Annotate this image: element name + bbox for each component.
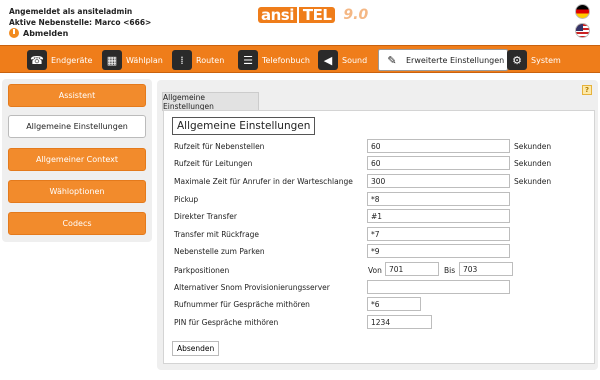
logout-label: Abmelden (23, 28, 69, 38)
listen-number-label: Rufnummer für Gespräche mithören (174, 300, 310, 309)
dialplan-icon: ▦ (102, 50, 122, 70)
sidebar: Assistent Allgemeine Einstellungen Allge… (2, 79, 152, 242)
gear-icon: ⚙ (507, 50, 527, 70)
form-title: Allgemeine Einstellungen (172, 117, 316, 135)
ring-lines-input[interactable] (367, 156, 510, 170)
queue-max-unit: Sekunden (514, 177, 552, 186)
nav-endgeraete[interactable]: ☎ Endgeräte (27, 49, 92, 71)
ring-ext-unit: Sekunden (514, 142, 552, 151)
logged-in-text: Angemeldet als ansiteladmin (9, 7, 133, 16)
tab-allgemeine-einstellungen[interactable]: Allgemeine Einstellungen (162, 92, 259, 111)
attended-transfer-input[interactable] (367, 227, 510, 241)
header: Angemeldet als ansiteladmin Aktive Neben… (0, 0, 600, 46)
english-flag-icon[interactable] (575, 23, 590, 38)
park-positions-label: Parkpositionen (174, 266, 230, 275)
ring-lines-label: Rufzeit für Leitungen (174, 159, 253, 168)
park-ext-input[interactable] (367, 244, 510, 258)
pickup-label: Pickup (174, 195, 199, 204)
attended-transfer-label: Transfer mit Rückfrage (174, 230, 260, 239)
direct-transfer-label: Direkter Transfer (174, 212, 237, 221)
nav-routen[interactable]: ⁞ Routen (172, 49, 224, 71)
direct-transfer-input[interactable] (367, 209, 510, 223)
logo: ansi TEL 9.0 (258, 5, 414, 25)
pickup-input[interactable] (367, 192, 510, 206)
sidebar-item-assistent[interactable]: Assistent (8, 84, 146, 107)
listen-number-input[interactable] (367, 297, 421, 311)
sidebar-item-allgemeine-einstellungen[interactable]: Allgemeine Einstellungen (8, 115, 146, 138)
park-to-input[interactable] (459, 262, 513, 276)
power-icon (9, 28, 19, 38)
park-from-label: Von (368, 266, 382, 275)
nav-telefonbuch[interactable]: ☰ Telefonbuch (238, 49, 310, 71)
queue-max-label: Maximale Zeit für Anrufer in der Wartesc… (174, 177, 353, 186)
submit-button[interactable]: Absenden (172, 341, 220, 356)
snom-server-input[interactable] (367, 280, 510, 294)
nav-waehlplan[interactable]: ▦ Wählplan (102, 49, 163, 71)
help-icon[interactable]: ? (582, 85, 592, 95)
ring-ext-input[interactable] (367, 139, 510, 153)
logout-button[interactable]: Abmelden (9, 28, 68, 38)
main-nav: ☎ Endgeräte ▦ Wählplan ⁞ Routen ☰ Telefo… (0, 45, 600, 73)
sidebar-item-waehloptionen[interactable]: Wähloptionen (8, 180, 146, 203)
german-flag-icon[interactable] (575, 4, 590, 19)
listen-pin-label: PIN für Gespräche mithören (174, 318, 279, 327)
snom-server-label: Alternativer Snom Provisionierungsserver (174, 283, 330, 292)
ring-ext-label: Rufzeit für Nebenstellen (174, 142, 265, 151)
sidebar-item-allgemeiner-context[interactable]: Allgemeiner Context (8, 148, 146, 171)
active-extension-text: Aktive Nebenstelle: Marco <666> (9, 18, 152, 27)
sidebar-item-codecs[interactable]: Codecs (8, 212, 146, 235)
ring-lines-unit: Sekunden (514, 159, 552, 168)
speaker-icon: ◀ (318, 50, 338, 70)
listen-pin-input[interactable] (367, 315, 432, 329)
nav-erweiterte-einstellungen[interactable]: ✎ Erweiterte Einstellungen (378, 49, 509, 71)
wrench-icon: ✎ (382, 50, 402, 70)
phone-icon: ☎ (27, 50, 47, 70)
park-ext-label: Nebenstelle zum Parken (174, 247, 265, 256)
park-to-label: Bis (444, 266, 456, 275)
nav-sound[interactable]: ◀ Sound (318, 49, 367, 71)
phonebook-icon: ☰ (238, 50, 258, 70)
routes-icon: ⁞ (172, 50, 192, 70)
park-from-input[interactable] (385, 262, 439, 276)
queue-max-input[interactable] (367, 174, 510, 188)
nav-system[interactable]: ⚙ System (507, 49, 561, 71)
